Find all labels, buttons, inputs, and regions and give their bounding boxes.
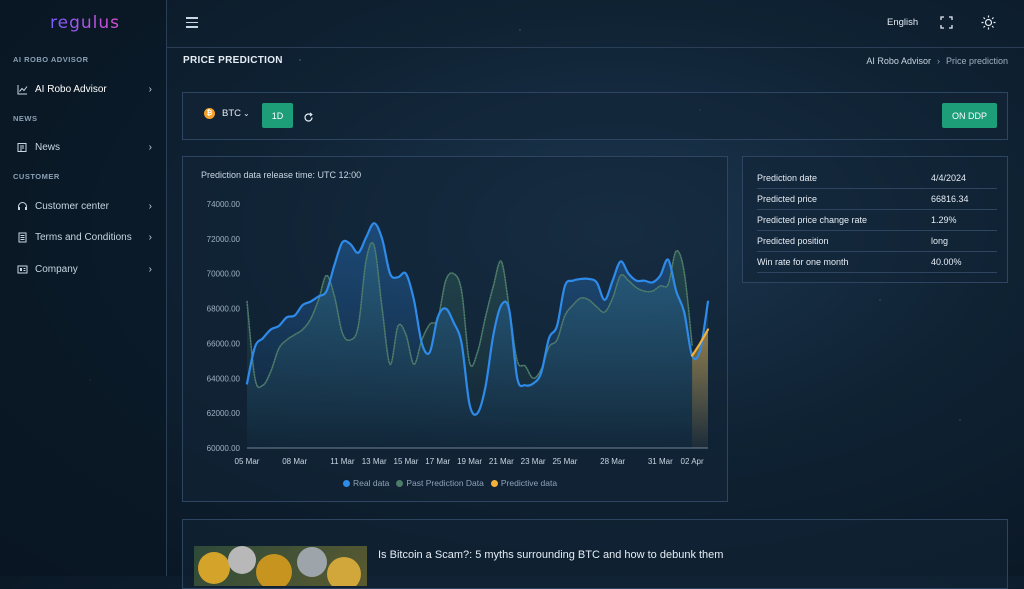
section-title-ai-robo-advisor: AI ROBO ADVISOR — [13, 55, 89, 64]
news-title[interactable]: Is Bitcoin a Scam?: 5 myths surrounding … — [378, 549, 723, 561]
price-chart: 74000.00 72000.00 70000.00 68000.00 66000.00… — [207, 200, 710, 466]
language-selector[interactable]: English — [887, 17, 918, 28]
sidebar-item-ai-robo-advisor[interactable]: AI Robo Advisor › — [16, 78, 156, 100]
x-tick-label: 17 Mar — [425, 457, 450, 466]
row-label: Win rate for one month — [757, 257, 849, 267]
building-icon — [16, 263, 28, 275]
topbar: English — [166, 0, 1024, 48]
theme-toggle-icon[interactable] — [981, 15, 996, 35]
y-tick-label: 70000.00 — [207, 270, 241, 279]
row-label: Predicted position — [757, 236, 829, 246]
interval-1d-button[interactable]: 1D — [262, 103, 293, 128]
headset-icon — [16, 200, 28, 212]
row-label: Predicted price change rate — [757, 215, 868, 225]
x-tick-label: 11 Mar — [330, 457, 355, 466]
coin-selector[interactable]: ₿ BTC ⌄ — [204, 108, 250, 119]
menu-icon[interactable] — [186, 17, 198, 31]
x-tick-label: 13 Mar — [362, 457, 387, 466]
sidebar-item-customer-center[interactable]: Customer center › — [16, 195, 156, 217]
fullscreen-icon[interactable] — [940, 16, 953, 34]
y-tick-label: 74000.00 — [207, 200, 241, 209]
chevron-right-icon: › — [148, 200, 152, 212]
row-value: 1.29% — [931, 215, 957, 225]
sidebar-item-news[interactable]: News › — [16, 136, 156, 158]
x-tick-label: 05 Mar — [235, 457, 260, 466]
sidebar-item-terms[interactable]: Terms and Conditions › — [16, 226, 156, 248]
row-label: Prediction date — [757, 173, 818, 183]
breadcrumb-parent[interactable]: AI Robo Advisor — [866, 56, 931, 66]
legend-item-past[interactable]: Past Prediction Data — [396, 478, 484, 488]
x-tick-label: 19 Mar — [457, 457, 482, 466]
bitcoin-icon: ₿ — [204, 108, 215, 119]
row-value: 66816.34 — [931, 194, 969, 204]
x-tick-label: 02 Apr — [681, 457, 704, 466]
sidebar: regulus AI ROBO ADVISOR AI Robo Advisor … — [0, 0, 167, 576]
chevron-right-icon: › — [148, 231, 152, 243]
refresh-icon[interactable] — [303, 110, 314, 128]
x-tick-label: 25 Mar — [552, 457, 577, 466]
legend-dot — [343, 479, 350, 487]
section-title-customer: CUSTOMER — [13, 172, 60, 181]
y-tick-label: 64000.00 — [207, 374, 241, 383]
newspaper-icon — [16, 141, 28, 153]
coin-label: BTC — [222, 108, 241, 119]
y-tick-label: 68000.00 — [207, 305, 241, 314]
sidebar-item-label: Company — [35, 263, 78, 275]
chart-legend: Real data Past Prediction Data Predictiv… — [343, 478, 564, 488]
row-label: Predicted price — [757, 194, 818, 204]
news-thumbnail[interactable] — [194, 546, 367, 586]
x-tick-label: 21 Mar — [489, 457, 514, 466]
chevron-right-icon: › — [148, 141, 152, 153]
legend-dot — [396, 479, 404, 487]
legend-label: Real data — [353, 478, 390, 488]
row-value: long — [931, 236, 949, 246]
x-tick-label: 08 Mar — [282, 457, 307, 466]
chevron-down-icon: ⌄ — [243, 109, 250, 118]
table-row: Predicted position long — [757, 231, 997, 252]
x-tick-label: 31 Mar — [648, 457, 673, 466]
table-row: Predicted price 66816.34 — [757, 189, 997, 210]
brand-logo[interactable]: regulus — [50, 13, 120, 33]
legend-item-real[interactable]: Real data — [343, 478, 389, 488]
x-tick-label: 15 Mar — [394, 457, 419, 466]
x-tick-label: 23 Mar — [521, 457, 546, 466]
on-ddp-button[interactable]: ON DDP — [942, 103, 997, 128]
sidebar-item-label: Terms and Conditions — [35, 231, 132, 243]
breadcrumb: AI Robo Advisor › Price prediction — [866, 56, 1008, 66]
y-tick-label: 60000.00 — [207, 444, 241, 453]
chevron-right-icon: › — [148, 263, 152, 275]
sidebar-item-label: AI Robo Advisor — [35, 83, 107, 95]
sidebar-item-label: Customer center — [35, 200, 109, 212]
chart-line-icon — [16, 83, 28, 95]
legend-label: Past Prediction Data — [406, 478, 484, 488]
table-row: Predicted price change rate 1.29% — [757, 210, 997, 231]
legend-label: Predictive data — [500, 478, 558, 488]
legend-dot — [490, 479, 498, 487]
legend-item-predictive[interactable]: Predictive data — [490, 478, 558, 488]
chevron-right-icon: › — [148, 83, 152, 95]
row-value: 4/4/2024 — [931, 173, 967, 183]
y-tick-label: 72000.00 — [207, 235, 241, 244]
sidebar-item-label: News — [35, 141, 61, 153]
page-title: PRICE PREDICTION — [183, 55, 283, 66]
row-value: 40.00% — [931, 257, 962, 267]
table-row: Prediction date 4/4/2024 — [757, 168, 997, 189]
section-title-news: NEWS — [13, 114, 38, 123]
x-tick-label: 28 Mar — [600, 457, 625, 466]
breadcrumb-separator-icon: › — [936, 56, 940, 66]
y-tick-label: 62000.00 — [207, 409, 241, 418]
y-tick-label: 66000.00 — [207, 339, 241, 348]
document-icon — [16, 231, 28, 243]
prediction-table: Prediction date 4/4/2024 Predicted price 6… — [757, 168, 997, 273]
breadcrumb-current: Price prediction — [945, 56, 1008, 66]
sidebar-item-company[interactable]: Company › — [16, 258, 156, 280]
table-row: Win rate for one month 40.00% — [757, 252, 997, 273]
